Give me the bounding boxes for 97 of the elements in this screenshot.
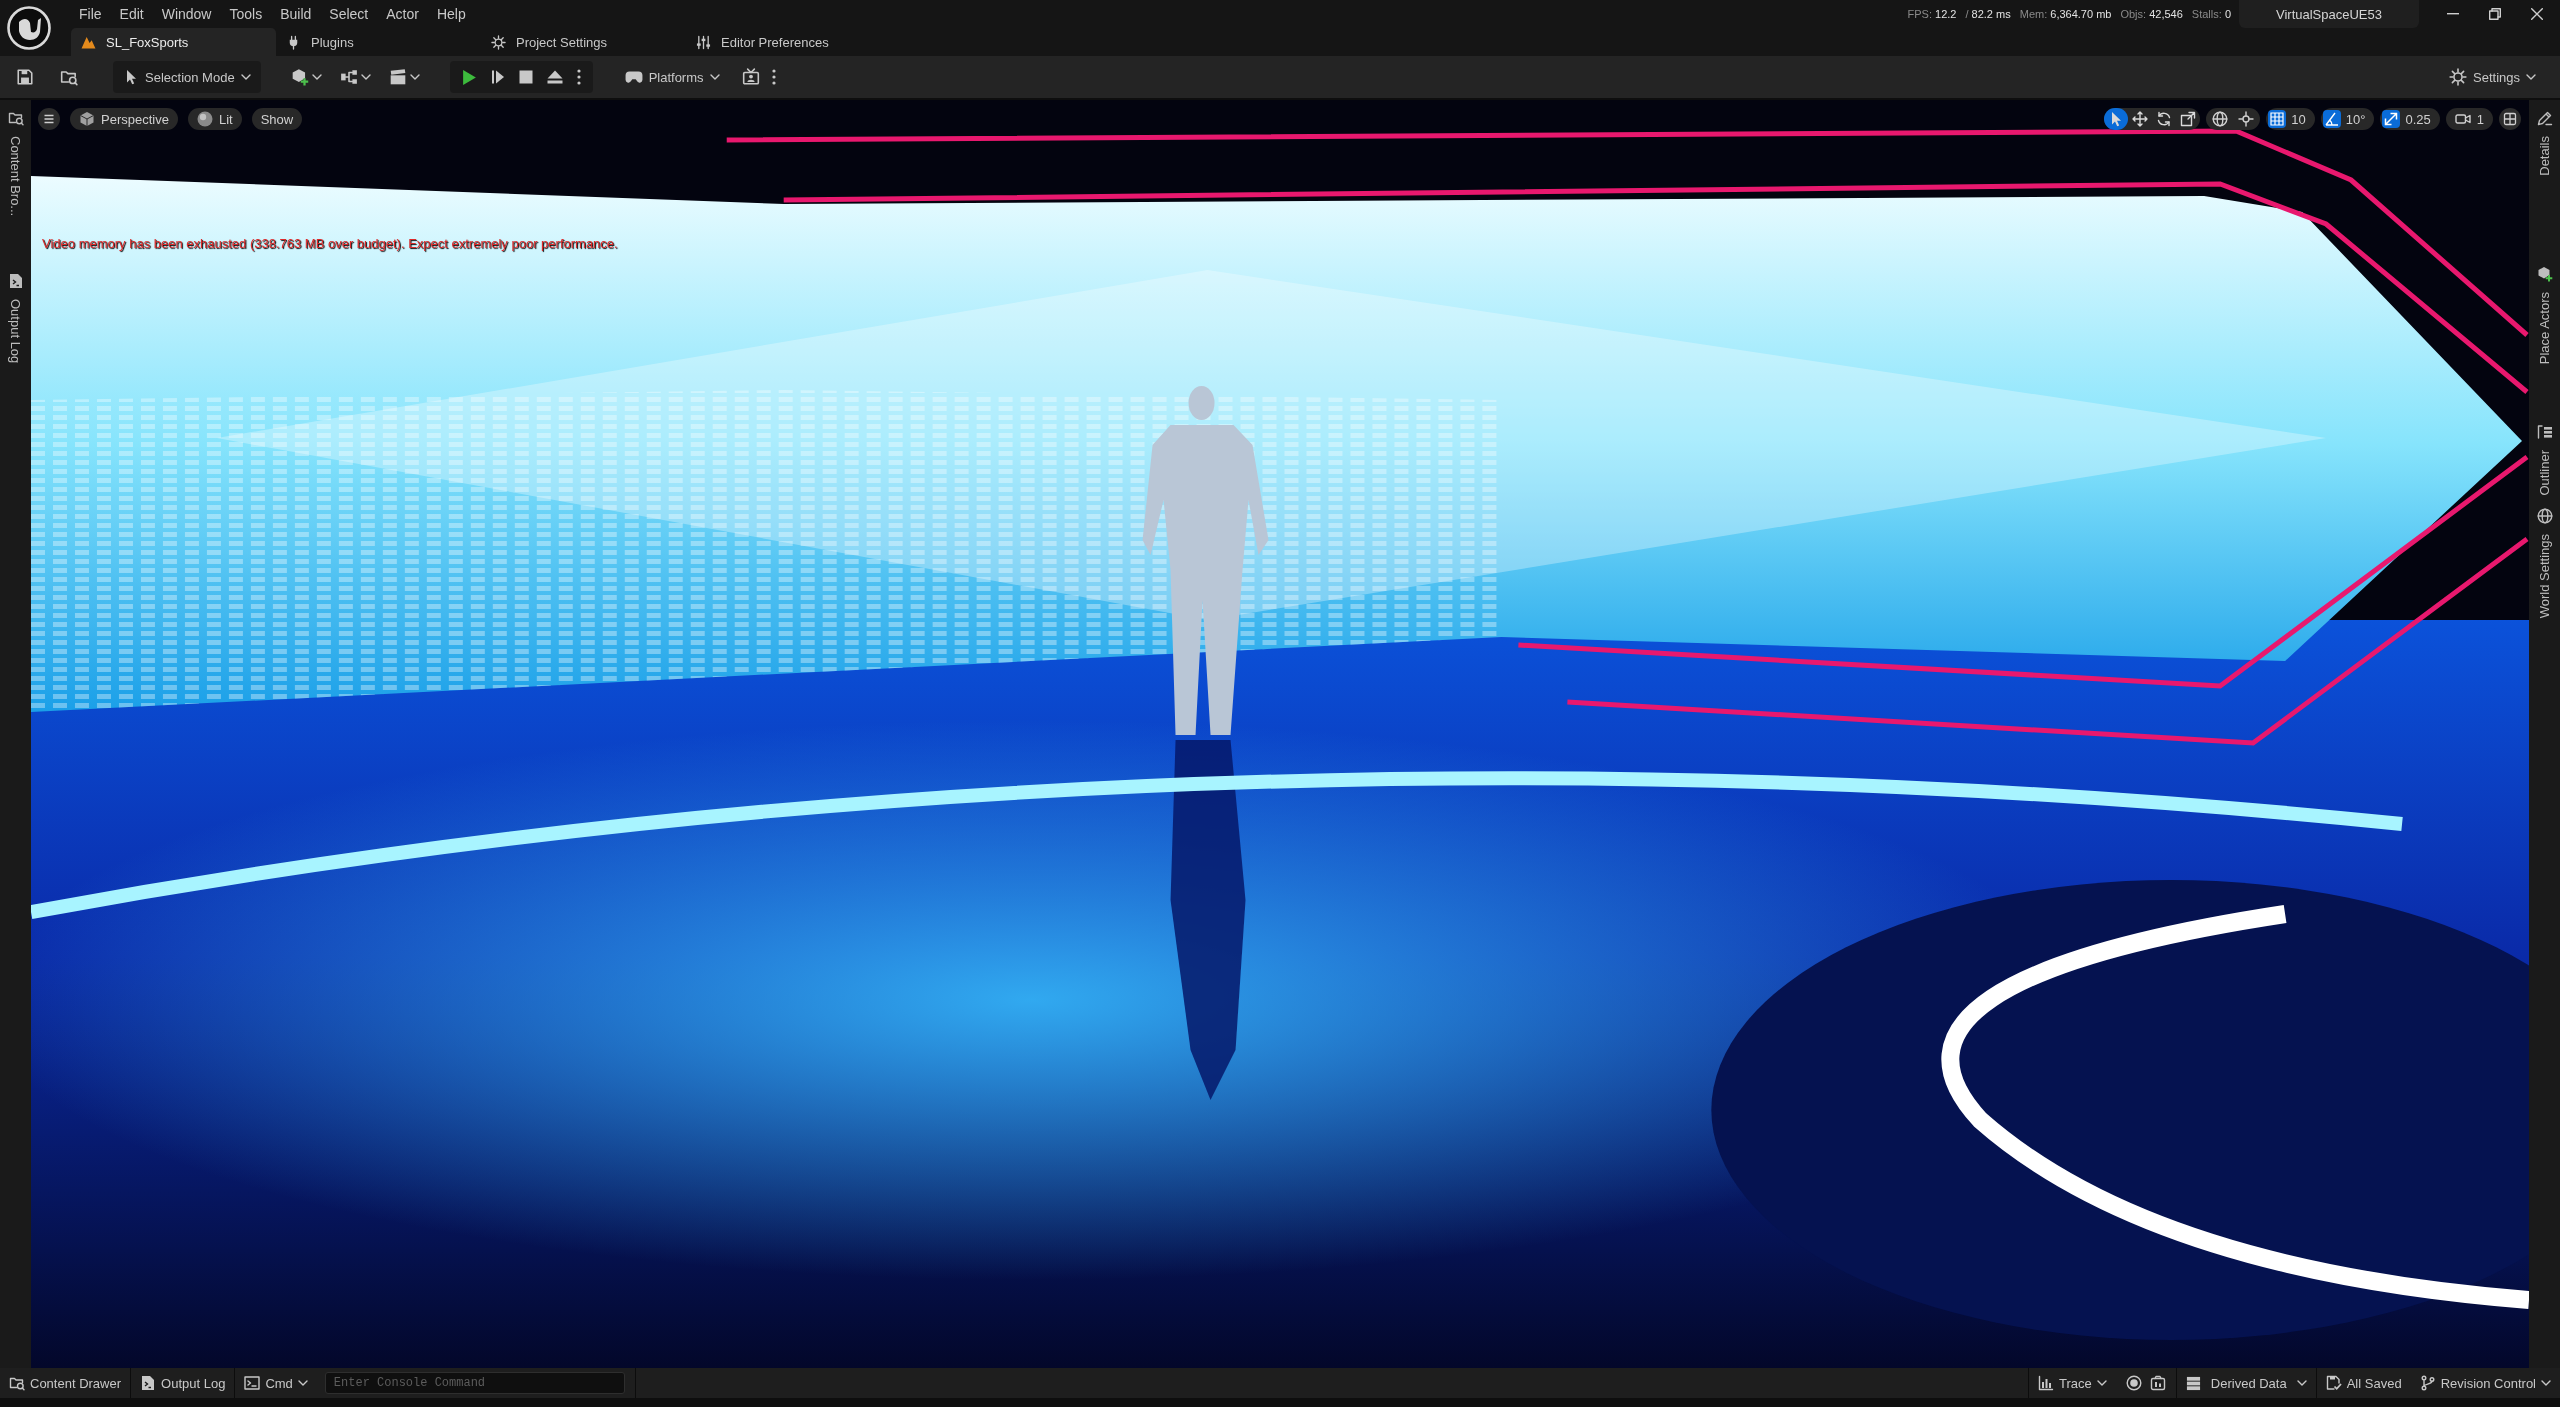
memory-warning: Video memory has been exhausted (338.763 MB over budget). Expect extremely poor performance.	[42, 236, 618, 251]
list-icon	[2536, 424, 2553, 440]
minimize-icon[interactable]	[2447, 13, 2459, 15]
panel-tab[interactable]: Place Actors	[2536, 265, 2553, 364]
stat-readout: / 82.2 ms	[1965, 8, 2011, 20]
cursor-icon[interactable]	[2104, 108, 2129, 130]
cube-plus-icon[interactable]	[290, 68, 309, 86]
view-mode-button[interactable]: Lit	[187, 108, 242, 130]
mountain-icon	[81, 35, 96, 49]
angle-snap-button[interactable]: 10°	[2320, 108, 2375, 130]
show-button[interactable]: Show	[251, 108, 303, 130]
scale-snap-button[interactable]: 0.25	[2380, 108, 2440, 130]
stat-readout: Mem: 6,364.70 mb	[2019, 8, 2112, 20]
command-dropdown[interactable]: Cmd	[235, 1368, 317, 1398]
caret-icon	[2296, 1380, 2307, 1386]
panel-tab[interactable]: Content Bro...	[7, 110, 24, 217]
sliders-icon	[696, 34, 711, 50]
cube-icon	[79, 111, 95, 127]
revision-control-dropdown[interactable]: Revision Control	[2410, 1368, 2560, 1398]
menu-item[interactable]: Window	[152, 6, 221, 22]
caret-icon	[240, 74, 251, 80]
menu-item[interactable]: Actor	[377, 6, 428, 22]
folder-search-icon[interactable]	[60, 68, 78, 86]
menu-item[interactable]: Select	[320, 6, 378, 22]
kebab-icon[interactable]	[576, 69, 581, 85]
document-tab[interactable]: SL_FoxSports	[71, 28, 276, 56]
folder-search-icon	[9, 1375, 25, 1391]
document-tab[interactable]: Plugins	[276, 28, 481, 56]
panel-tab[interactable]: World Settings	[2536, 507, 2553, 618]
caret-icon[interactable]	[409, 74, 420, 80]
record-icon[interactable]	[2125, 1375, 2142, 1391]
chart-icon	[2038, 1375, 2055, 1391]
globe-icon[interactable]	[2212, 111, 2229, 127]
platforms-dropdown[interactable]: Platforms	[614, 61, 730, 93]
caret-icon[interactable]	[311, 74, 322, 80]
log-file-icon	[7, 273, 24, 290]
stat-readout: Stalls: 0	[2191, 8, 2231, 20]
menu-item[interactable]: Edit	[110, 6, 153, 22]
settings-dropdown[interactable]: Settings	[2439, 61, 2546, 93]
panel-tab[interactable]: Output Log	[7, 273, 24, 364]
caret-icon	[2096, 1380, 2107, 1386]
document-tab[interactable]: Project Settings	[481, 28, 686, 56]
caret-icon	[297, 1380, 308, 1386]
layout-icon[interactable]	[2499, 108, 2521, 130]
sphere-icon	[196, 111, 213, 127]
content-drawer-button[interactable]: Content Drawer	[0, 1368, 131, 1398]
project-name: VirtualSpaceUE53	[2239, 0, 2419, 28]
close-icon[interactable]	[2531, 8, 2543, 20]
console-input[interactable]: Enter Console Command	[324, 1372, 625, 1394]
clapperboard-icon[interactable]	[388, 68, 407, 86]
camera-speed-button[interactable]: 1	[2445, 108, 2493, 130]
cube-plus-icon	[2536, 265, 2553, 282]
derived-data-dropdown[interactable]: Derived Data	[2176, 1368, 2316, 1398]
menu-item[interactable]: Help	[427, 6, 475, 22]
tv-icon[interactable]	[741, 68, 760, 86]
log-file-icon	[140, 1375, 157, 1391]
branch-icon	[2419, 1375, 2436, 1391]
mode-dropdown[interactable]: Selection Mode	[113, 61, 261, 93]
globe-icon	[2536, 507, 2553, 524]
menu-item[interactable]: Build	[271, 6, 321, 22]
logo-icon[interactable]	[7, 6, 51, 50]
kebab-icon[interactable]	[771, 69, 776, 85]
folder-search-icon	[7, 110, 24, 126]
caret-icon	[709, 74, 720, 80]
caret-icon[interactable]	[360, 74, 371, 80]
viewport-type-button[interactable]: Perspective	[70, 108, 178, 130]
trace-dropdown[interactable]: Trace	[2029, 1368, 2116, 1398]
gamepad-icon	[624, 70, 643, 84]
gear-icon	[2449, 68, 2467, 86]
grid-snap-button[interactable]: 10	[2266, 108, 2315, 130]
eject-icon[interactable]	[546, 70, 563, 84]
stop-icon[interactable]	[518, 70, 533, 84]
server-icon	[2185, 1375, 2201, 1391]
caret-icon	[2526, 74, 2536, 80]
restore-icon[interactable]	[2489, 8, 2501, 20]
stat-readout: Objs: 42,546	[2120, 8, 2183, 20]
step-forward-icon[interactable]	[490, 69, 505, 85]
stat-readout: FPS: 12.2	[1907, 8, 1957, 20]
document-tab[interactable]: Editor Preferences	[686, 28, 891, 56]
menu-item[interactable]: File	[70, 6, 111, 22]
panel-tab[interactable]: Details	[2536, 110, 2553, 176]
menu-item[interactable]: Tools	[220, 6, 272, 22]
camera-icon[interactable]	[2149, 1375, 2166, 1391]
output-log-button[interactable]: Output Log	[131, 1368, 235, 1398]
menu-icon[interactable]	[38, 108, 60, 130]
save-icon[interactable]	[16, 68, 34, 86]
save-status-button[interactable]: All Saved	[2316, 1368, 2411, 1398]
panel-tab[interactable]: Outliner	[2536, 424, 2553, 496]
crosshair-icon[interactable]	[2238, 111, 2255, 127]
gear-icon	[491, 34, 506, 50]
nodes-icon[interactable]	[339, 68, 358, 86]
pencil-icon	[2536, 110, 2553, 126]
camera-icon	[2454, 114, 2471, 124]
terminal-icon	[244, 1376, 261, 1390]
caret-icon	[2541, 1380, 2551, 1386]
save-check-icon	[2325, 1375, 2342, 1391]
play-icon[interactable]	[461, 68, 477, 86]
